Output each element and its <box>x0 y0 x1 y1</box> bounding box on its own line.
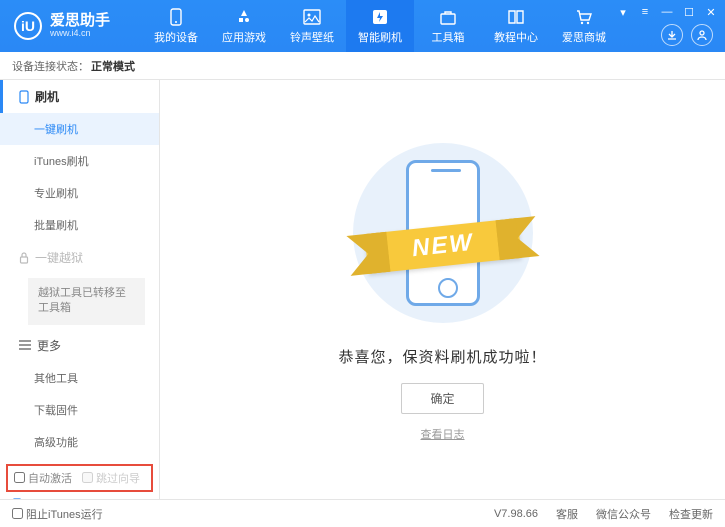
book-icon <box>506 8 526 26</box>
support-link[interactable]: 客服 <box>556 506 578 522</box>
sidebar-group-jailbreak: 一键越狱 <box>0 241 159 274</box>
download-button[interactable] <box>661 24 683 46</box>
success-illustration: NEW <box>348 138 538 328</box>
status-label: 设备连接状态： <box>12 58 89 74</box>
sidebar-item-pro[interactable]: 专业刷机 <box>0 177 159 209</box>
sidebar-item-advanced[interactable]: 高级功能 <box>0 426 159 458</box>
title-bar: iU 爱思助手 www.i4.cn 我的设备 应用游戏 铃声壁纸 智能刷机 工具… <box>0 0 725 52</box>
app-logo: iU 爱思助手 www.i4.cn <box>0 12 124 40</box>
cart-icon <box>574 8 594 26</box>
menu-icon[interactable]: ▾ <box>617 6 629 18</box>
top-nav: 我的设备 应用游戏 铃声壁纸 智能刷机 工具箱 教程中心 爱思商城 <box>142 0 618 52</box>
ok-button[interactable]: 确定 <box>401 383 483 414</box>
group-label: 更多 <box>37 337 61 354</box>
sidebar-item-batch[interactable]: 批量刷机 <box>0 209 159 241</box>
close-button[interactable]: ✕ <box>705 6 717 18</box>
sidebar-group-more[interactable]: 更多 <box>0 329 159 362</box>
settings-icon[interactable]: ≡ <box>639 6 651 18</box>
nav-ringtones[interactable]: 铃声壁纸 <box>278 0 346 52</box>
toolbox-icon <box>438 8 458 26</box>
logo-icon: iU <box>14 12 42 40</box>
list-icon <box>19 340 31 350</box>
nav-tutorials[interactable]: 教程中心 <box>482 0 550 52</box>
sidebar-group-flash[interactable]: 刷机 <box>0 80 159 113</box>
flash-icon <box>370 8 390 26</box>
app-name: 爱思助手 <box>50 13 110 30</box>
block-itunes-checkbox[interactable]: 阻止iTunes运行 <box>12 506 103 522</box>
group-label: 一键越狱 <box>35 249 83 266</box>
sidebar-item-other-tools[interactable]: 其他工具 <box>0 362 159 394</box>
lock-icon <box>19 252 29 264</box>
apps-icon <box>234 8 254 26</box>
footer-bar: 阻止iTunes运行 V7.98.66 客服 微信公众号 检查更新 <box>0 499 725 527</box>
nav-store[interactable]: 爱思商城 <box>550 0 618 52</box>
connection-status-bar: 设备连接状态： 正常模式 <box>0 52 725 80</box>
phone-icon <box>19 90 29 104</box>
phone-icon <box>12 498 22 499</box>
nav-label: 教程中心 <box>494 29 538 45</box>
nav-toolbox[interactable]: 工具箱 <box>414 0 482 52</box>
version-label: V7.98.66 <box>494 508 538 520</box>
highlight-box <box>6 464 153 492</box>
nav-label: 应用游戏 <box>222 29 266 45</box>
device-info[interactable]: iPhone 15 Pro Max 512GB iPhone <box>0 492 159 499</box>
sidebar-item-itunes[interactable]: iTunes刷机 <box>0 145 159 177</box>
image-icon <box>302 8 322 26</box>
nav-label: 智能刷机 <box>358 29 402 45</box>
nav-label: 我的设备 <box>154 29 198 45</box>
checkbox-label: 阻止iTunes运行 <box>26 506 103 522</box>
window-controls: ▾ ≡ — ☐ ✕ <box>617 6 717 18</box>
jailbreak-note: 越狱工具已转移至工具箱 <box>28 278 145 325</box>
nav-label: 铃声壁纸 <box>290 29 334 45</box>
main-panel: NEW 恭喜您，保资料刷机成功啦！ 确定 查看日志 <box>160 80 725 499</box>
nav-my-device[interactable]: 我的设备 <box>142 0 210 52</box>
app-url: www.i4.cn <box>50 29 110 39</box>
nav-flash[interactable]: 智能刷机 <box>346 0 414 52</box>
phone-icon <box>166 8 186 26</box>
update-link[interactable]: 检查更新 <box>669 506 713 522</box>
group-label: 刷机 <box>35 88 59 105</box>
minimize-button[interactable]: — <box>661 6 673 18</box>
sidebar: 刷机 一键刷机 iTunes刷机 专业刷机 批量刷机 一键越狱 越狱工具已转移至… <box>0 80 160 499</box>
nav-label: 工具箱 <box>432 29 465 45</box>
sidebar-item-download-fw[interactable]: 下载固件 <box>0 394 159 426</box>
wechat-link[interactable]: 微信公众号 <box>596 506 651 522</box>
view-log-link[interactable]: 查看日志 <box>421 426 465 442</box>
maximize-button[interactable]: ☐ <box>683 6 695 18</box>
user-button[interactable] <box>691 24 713 46</box>
success-message: 恭喜您，保资料刷机成功啦！ <box>338 346 546 367</box>
status-value: 正常模式 <box>91 58 135 74</box>
nav-apps[interactable]: 应用游戏 <box>210 0 278 52</box>
nav-label: 爱思商城 <box>562 29 606 45</box>
device-name: iPhone 15 Pro Max <box>26 498 133 499</box>
sidebar-item-onekey[interactable]: 一键刷机 <box>0 113 159 145</box>
